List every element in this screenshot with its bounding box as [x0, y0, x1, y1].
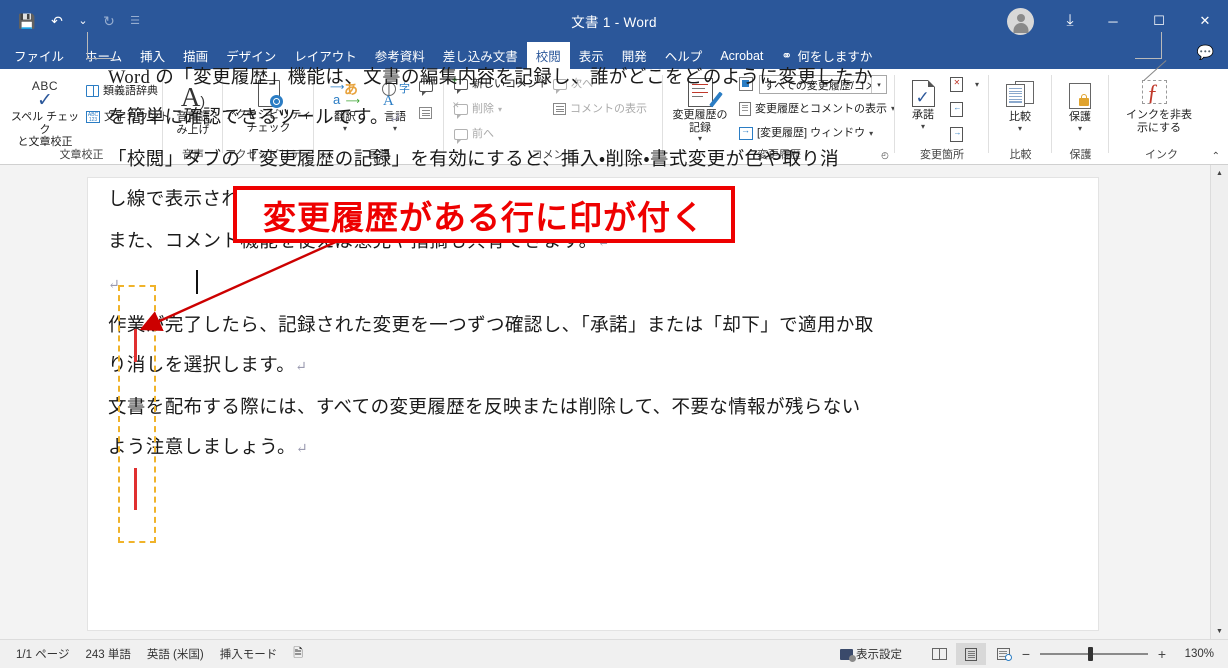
margin-marker-top-right: [1135, 32, 1162, 59]
vertical-scrollbar[interactable]: ▲ ▼: [1210, 165, 1228, 640]
spelling-grammar-label: スペル チェック と文章校正: [10, 111, 80, 149]
pilcrow-icon: ↵: [295, 442, 309, 457]
zoom-level-label[interactable]: 130%: [1176, 648, 1214, 660]
margin-marker-top-left: [87, 32, 114, 59]
document-line: を簡単に確認できるツールです。↵: [108, 108, 402, 128]
reject-icon: ✕: [950, 77, 963, 92]
document-line: 「校閲」タブの「変更履歴の記録」を有効にすると、挿入・削除・書式変更が色や取り消: [108, 150, 840, 170]
hide-ink-icon: ƒ: [1142, 60, 1176, 107]
protect-label: 保護: [1069, 111, 1091, 123]
close-button[interactable]: ✕: [1182, 0, 1228, 42]
document-line: よう注意しましょう。↵: [108, 438, 309, 458]
abc-check-icon: ABC ✓: [31, 78, 59, 111]
compare-button[interactable]: 比較 ▾: [995, 75, 1045, 133]
insert-mode-indicator[interactable]: 挿入モード: [220, 646, 278, 662]
save-icon[interactable]: 💾: [14, 9, 40, 33]
protect-lock-icon: [1069, 75, 1091, 109]
undo-dropdown-icon[interactable]: ⌄: [74, 9, 92, 33]
window-controls: ⤓ ─ ☐ ✕: [1007, 0, 1228, 42]
read-mode-button[interactable]: [924, 643, 954, 665]
group-label-ink: インク: [1145, 149, 1178, 161]
chevron-down-icon[interactable]: ▾: [1018, 124, 1022, 133]
hide-ink-label: インクを非表 示にする: [1126, 109, 1192, 134]
status-bar-right: 表示設定 − + 130%: [840, 640, 1228, 668]
web-layout-button[interactable]: [988, 643, 1018, 665]
title-bar: 💾 ↶ ⌄ ↻ ☰ 文書 1 - Word ⤓ ─ ☐ ✕: [0, 0, 1228, 42]
previous-change-button[interactable]: ←: [950, 102, 963, 117]
zoom-in-button[interactable]: +: [1156, 646, 1168, 662]
protect-button[interactable]: 保護 ▾: [1058, 75, 1102, 133]
ribbon-group-compare: 比較 ▾ 比較: [989, 69, 1052, 164]
status-bar: 1/1 ページ 243 単語 英語 (米国) 挿入モード 🗎 表示設定 − +: [0, 639, 1228, 668]
book-icon: [86, 85, 99, 98]
next-change-icon: →: [950, 127, 963, 142]
annotation-callout-text: 変更履歴がある行に印が付く: [263, 197, 705, 237]
scroll-up-icon[interactable]: ▲: [1211, 165, 1228, 182]
group-label-protect: 保護: [1069, 149, 1092, 161]
word-count-indicator[interactable]: 243 単語: [85, 646, 130, 662]
annotation-callout: 変更履歴がある行に印が付く: [233, 186, 735, 243]
group-label-compare: 比較: [1009, 149, 1032, 161]
undo-icon[interactable]: ↶: [44, 9, 70, 33]
language-indicator[interactable]: 英語 (米国): [147, 646, 204, 662]
pilcrow-icon: ↵: [388, 112, 402, 127]
document-line: Word の「変更履歴」機能は、文書の編集内容を記録し、誰がどこをどのように変更…: [108, 68, 873, 88]
annotation-arrow: [139, 230, 359, 331]
zoom-out-button[interactable]: −: [1020, 646, 1032, 662]
zoom-slider-thumb[interactable]: [1088, 647, 1093, 662]
account-avatar[interactable]: [1007, 7, 1034, 35]
spelling-grammar-button[interactable]: ABC ✓ スペル チェック と文章校正: [8, 75, 82, 149]
page-indicator[interactable]: 1/1 ページ: [16, 646, 69, 662]
hide-ink-button[interactable]: ƒ インクを非表 示にする: [1115, 60, 1203, 134]
scroll-down-icon[interactable]: ▼: [1211, 623, 1228, 640]
document-line: り消しを選択します。↵: [108, 356, 308, 376]
customize-qat-icon[interactable]: ☰: [126, 9, 144, 33]
redo-icon[interactable]: ↻: [96, 9, 122, 33]
compare-icon: [1006, 75, 1034, 109]
reject-button[interactable]: ✕ ▾: [950, 77, 979, 92]
previous-change-icon: ←: [950, 102, 963, 117]
collapse-ribbon-icon[interactable]: ⌃: [1212, 151, 1220, 162]
chevron-down-icon[interactable]: ▾: [975, 80, 979, 89]
next-change-button[interactable]: →: [950, 127, 963, 142]
tab-file[interactable]: ファイル: [0, 42, 76, 69]
ribbon-group-ink: ƒ インクを非表 示にする インク: [1109, 60, 1214, 164]
view-settings-button[interactable]: 表示設定: [840, 646, 902, 662]
comment-flag-icon[interactable]: 💬: [1197, 44, 1214, 61]
compare-label: 比較: [1009, 111, 1031, 123]
chevron-down-icon[interactable]: ▾: [1078, 124, 1082, 133]
print-layout-button[interactable]: [956, 643, 986, 665]
document-line: 文書を配布する際には、すべての変更履歴を反映または削除して、不要な情報が残らない: [108, 398, 861, 418]
view-settings-icon: [840, 648, 856, 662]
quick-access-toolbar: 💾 ↶ ⌄ ↻ ☰: [14, 9, 144, 33]
pilcrow-icon: ↵: [295, 360, 308, 375]
ribbon-group-protect: 保護 ▾ 保護: [1052, 69, 1109, 164]
word-window: 💾 ↶ ⌄ ↻ ☰ 文書 1 - Word ⤓ ─ ☐ ✕ ファイル ホーム 挿…: [0, 0, 1228, 668]
abc123-icon: ABC 123: [86, 111, 100, 124]
view-settings-label: 表示設定: [856, 649, 902, 661]
print-layout-icon: [965, 647, 977, 661]
web-layout-icon: [996, 648, 1012, 661]
proofing-status-icon[interactable]: 🗎: [293, 644, 303, 665]
zoom-slider[interactable]: [1040, 647, 1148, 662]
read-mode-icon: [931, 648, 947, 660]
minimize-button[interactable]: ─: [1090, 0, 1136, 42]
ribbon-display-options-icon[interactable]: ⤓: [1050, 0, 1090, 42]
zoom-control: − + 130%: [1020, 646, 1214, 662]
